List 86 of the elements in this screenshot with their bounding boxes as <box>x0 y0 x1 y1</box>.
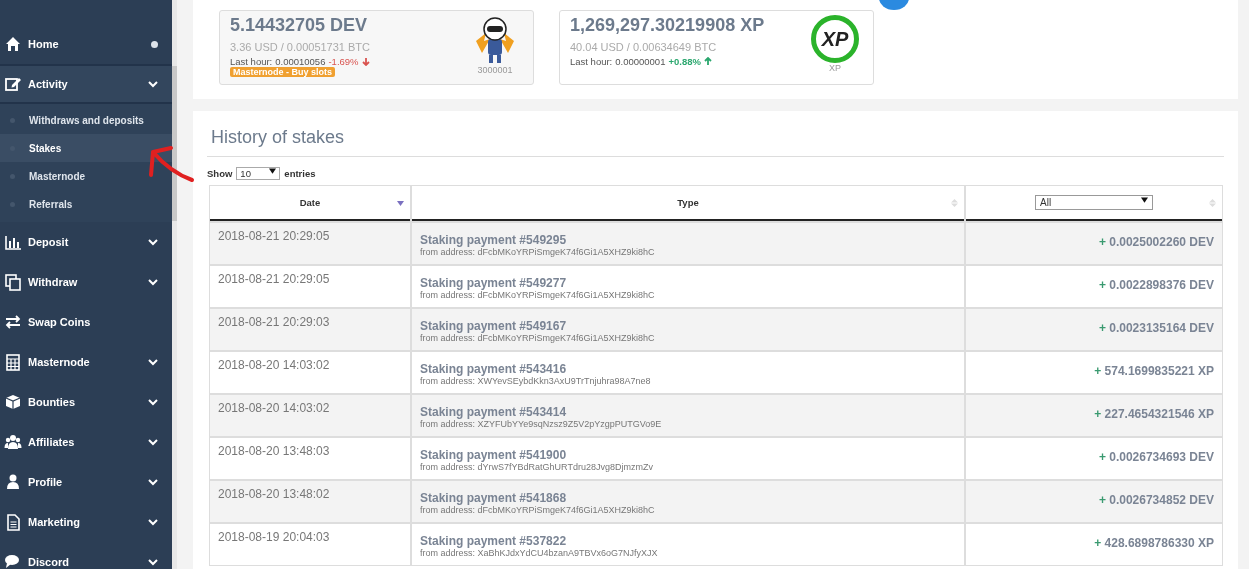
sidebar-item[interactable]: Swap Coins <box>0 302 172 342</box>
sidebar-item[interactable]: Home <box>0 24 172 64</box>
amount-cell: + 0.0026734852 DEV <box>966 481 1222 522</box>
last-hour-label: Last hour: <box>230 56 273 67</box>
chevron-icon <box>148 478 158 486</box>
date-cell: 2018-08-21 20:29:03 <box>210 309 410 350</box>
type-filter-select[interactable]: All <box>1035 195 1153 210</box>
calc-icon <box>4 353 22 371</box>
sort-icon <box>951 199 958 207</box>
edit-icon <box>4 75 22 93</box>
from-address: from address: dFcbMKoYRPiSmgeK74f6Gi1A5XHZ9ki8hC <box>420 333 656 343</box>
home-icon <box>4 35 22 53</box>
chat-icon <box>4 553 22 569</box>
balance: 1,269,297.30219908 XP <box>570 15 766 36</box>
from-address: from address: dFcbMKoYRPiSmgeK74f6Gi1A5XHZ9ki8hC <box>420 247 656 257</box>
payment-title: Staking payment #549277 <box>420 276 568 290</box>
sidebar-subitem[interactable]: Referrals <box>0 190 172 218</box>
sort-down-icon <box>397 199 404 207</box>
sidebar-item[interactable]: Bounties <box>0 382 172 422</box>
up-arrow-icon <box>703 57 712 66</box>
sidebar-subitem[interactable]: Withdraws and deposits <box>0 106 172 134</box>
payment-title: Staking payment #543414 <box>420 405 568 419</box>
chevron-icon <box>148 278 158 286</box>
xp-logo: XP <box>811 15 859 63</box>
chart-icon <box>4 233 22 251</box>
payment-title: Staking payment #541900 <box>420 448 568 462</box>
logo-caption: 3000001 <box>477 65 513 75</box>
scrollbar-thumb[interactable] <box>172 66 177 221</box>
last-hour-value: 0.00000001 <box>615 56 666 67</box>
amount-cell: + 0.0023135164 DEV <box>966 309 1222 350</box>
change-percent: +0.88% <box>668 56 701 67</box>
change-percent: -1.69% <box>328 56 359 67</box>
down-arrow-icon <box>361 57 370 66</box>
date-cell: 2018-08-20 13:48:02 <box>210 481 410 522</box>
chevron-icon <box>148 398 158 406</box>
show-label: Show <box>207 168 233 179</box>
last-hour-value: 0.00010056 <box>275 56 326 67</box>
payment-title: Staking payment #537822 <box>420 534 568 548</box>
payment-title: Staking payment #549167 <box>420 319 568 333</box>
swap-icon <box>4 313 22 331</box>
sidebar-item[interactable]: Discord <box>0 542 172 569</box>
from-address: from address: dFcbMKoYRPiSmgeK74f6Gi1A5XHZ9ki8hC <box>420 505 656 515</box>
users-icon <box>4 433 22 451</box>
sort-icon <box>1209 199 1216 207</box>
sidebar-subitem[interactable]: Masternode <box>0 162 172 190</box>
amount-cell: + 227.4654321546 XP <box>966 395 1222 436</box>
fiat-value: 40.04 USD / 0.00634649 BTC <box>570 41 718 53</box>
doc-icon <box>4 513 22 531</box>
sidebar-item[interactable]: Marketing <box>0 502 172 542</box>
entries-label: entries <box>284 168 316 179</box>
sidebar-item[interactable]: Affiliates <box>0 422 172 462</box>
sidebar-item[interactable]: Masternode <box>0 342 172 382</box>
last-hour-label: Last hour: <box>570 56 613 67</box>
payment-title: Staking payment #543416 <box>420 362 568 376</box>
fiat-value: 3.36 USD / 0.00051731 BTC <box>230 41 372 53</box>
sidebar-subitem[interactable]: Stakes <box>0 134 172 162</box>
amount-cell: + 0.0025002260 DEV <box>966 223 1222 264</box>
chevron-icon <box>148 438 158 446</box>
sidebar-item[interactable]: Profile <box>0 462 172 502</box>
from-address: from address: dFcbMKoYRPiSmgeK74f6Gi1A5XHZ9ki8hC <box>420 290 656 300</box>
date-cell: 2018-08-21 20:29:05 <box>210 223 410 264</box>
chevron-icon <box>148 80 158 88</box>
section-title: History of stakes <box>207 127 1224 157</box>
sidebar-item[interactable]: Activity <box>0 64 172 104</box>
balance: 5.14432705 DEV <box>230 15 369 36</box>
date-cell: 2018-08-20 14:03:02 <box>210 395 410 436</box>
chevron-icon <box>148 558 158 566</box>
from-address: from address: XZYFUbYYe9sqNzsz9Z5V2pYzgpPUTGVo9E <box>420 419 663 429</box>
logo-caption: XP <box>829 63 841 73</box>
page-size-select[interactable]: 10 <box>236 167 281 180</box>
chevron-icon <box>148 518 158 526</box>
chevron-icon <box>148 238 158 246</box>
dropdown-icon <box>1141 197 1148 203</box>
sidebar-item[interactable]: Withdraw <box>0 262 172 302</box>
payment-title: Staking payment #541868 <box>420 491 568 505</box>
sidebar-item[interactable]: Deposit <box>0 222 172 262</box>
from-address: from address: XWYevSEybdKkn3AxU9TrTnjuhra98A7ne8 <box>420 376 652 386</box>
dropdown-icon <box>269 168 277 174</box>
from-address: from address: XaBhKJdxYdCU4bzanA9TBVx6oG7NJfyXJX <box>420 548 659 558</box>
from-address: from address: dYrwS7fYBdRatGhURTdru28Jvg8DjmzmZv <box>420 462 654 472</box>
status-dot <box>151 40 158 48</box>
copy-icon <box>4 273 22 291</box>
user-icon <box>4 473 22 491</box>
cube-icon <box>4 393 22 411</box>
chevron-icon <box>148 358 158 366</box>
payment-title: Staking payment #549295 <box>420 233 568 247</box>
